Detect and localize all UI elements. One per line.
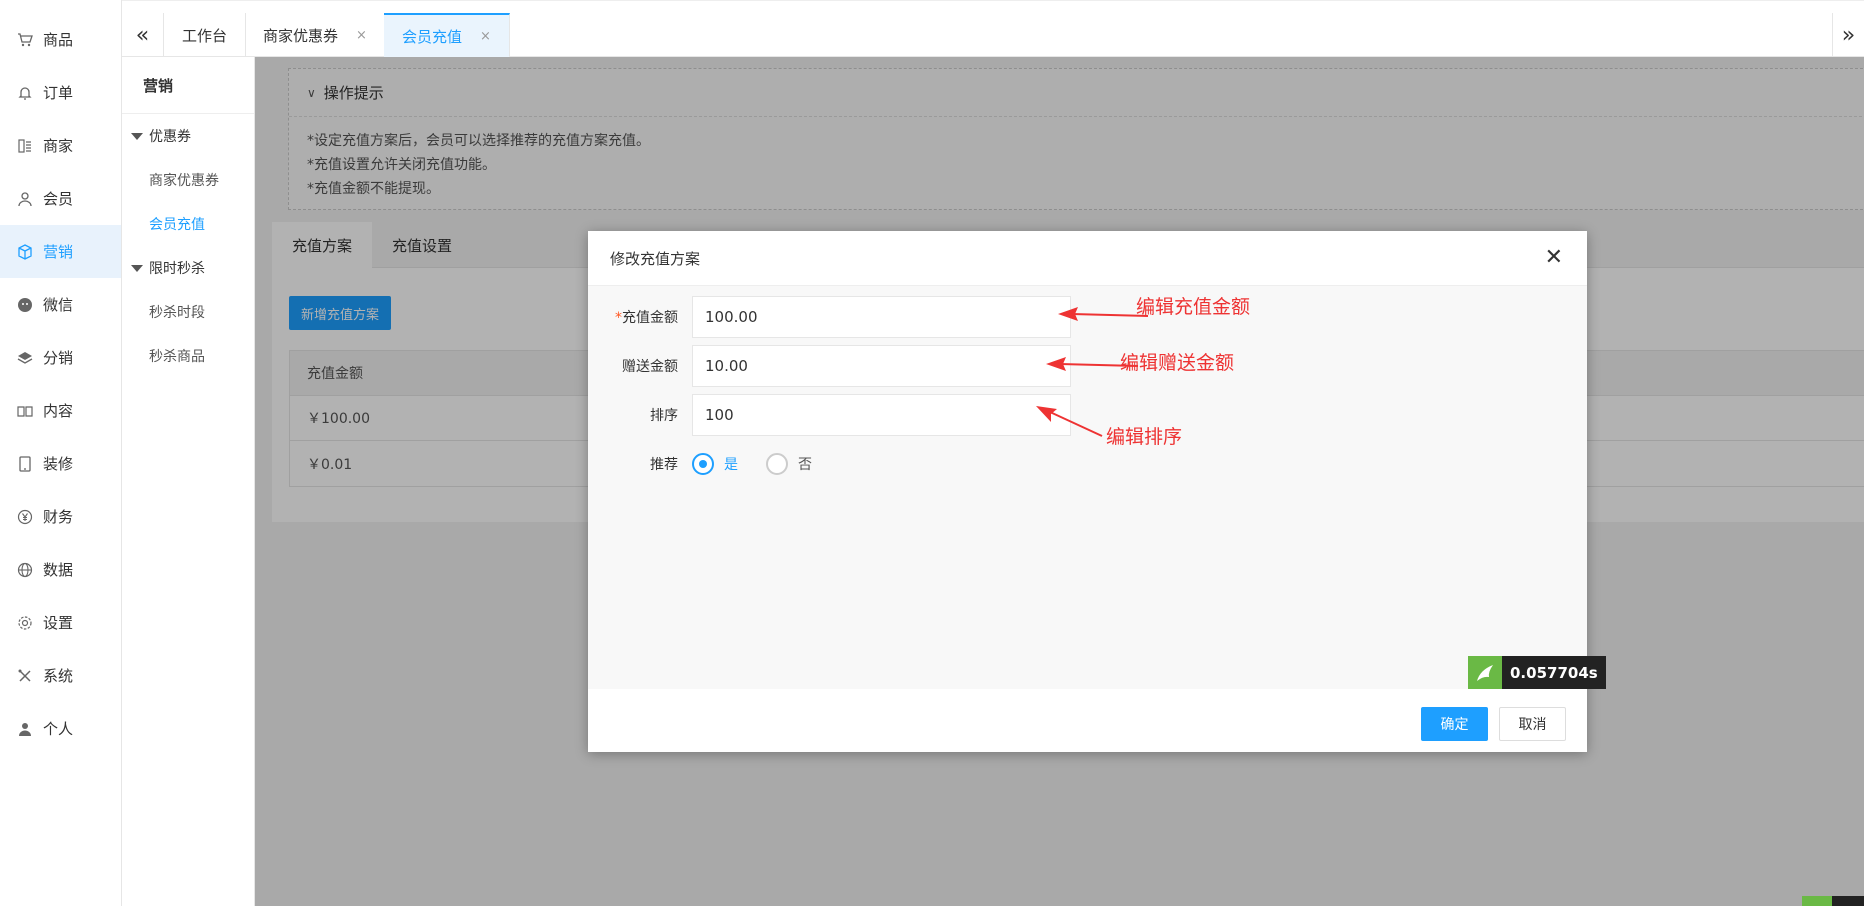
- bonus-label: 赠送金额: [622, 359, 678, 375]
- sub-nav-title: 营销: [122, 57, 254, 114]
- tab-member-recharge[interactable]: 会员充值 ×: [384, 13, 510, 57]
- recommend-no-radio[interactable]: 否: [766, 453, 812, 475]
- tablet-icon: [16, 455, 34, 473]
- sub-nav-group-coupon[interactable]: 优惠券: [122, 114, 254, 158]
- amount-input[interactable]: [692, 296, 1071, 338]
- book-icon: [16, 402, 34, 420]
- recommend-label: 推荐: [650, 457, 678, 473]
- tab-bar: « 工作台 商家优惠券 × 会员充值 × »: [122, 0, 1864, 57]
- nav-item-orders[interactable]: 订单: [0, 66, 121, 119]
- timer-text: 0.057704s: [1502, 656, 1606, 689]
- bonus-input[interactable]: [692, 345, 1071, 387]
- edit-recharge-plan-modal: 修改充值方案 ✕ *充值金额 赠送金额 排序 推荐 是 否 编辑充值金额: [588, 231, 1606, 752]
- yen-icon: [16, 508, 34, 526]
- sort-label: 排序: [650, 408, 678, 424]
- user-icon: [16, 190, 34, 208]
- nav-item-system[interactable]: 系统: [0, 649, 121, 702]
- main-nav-list: 商品 订单 商家 会员 营销 微信 分销 内容 装修 财务 数据 设置 系统 个…: [0, 0, 121, 755]
- collapse-left-button[interactable]: «: [122, 13, 164, 57]
- cancel-button[interactable]: 取消: [1499, 707, 1566, 741]
- recommend-row: 推荐 是 否: [588, 443, 840, 485]
- nav-item-personal[interactable]: 个人: [0, 702, 121, 755]
- sort-input[interactable]: [692, 394, 1071, 436]
- nav-item-settings[interactable]: 设置: [0, 596, 121, 649]
- main-nav: 商品 订单 商家 会员 营销 微信 分销 内容 装修 财务 数据 设置 系统 个…: [0, 0, 122, 906]
- person-icon: [16, 720, 34, 738]
- nav-item-data[interactable]: 数据: [0, 543, 121, 596]
- amount-label: *充值金额: [615, 310, 678, 326]
- amount-row: *充值金额: [588, 296, 1071, 338]
- globe-icon: [16, 561, 34, 579]
- radio-unchecked-icon: [766, 453, 788, 475]
- confirm-button[interactable]: 确定: [1421, 707, 1488, 741]
- bonus-row: 赠送金额: [588, 345, 1071, 387]
- nav-item-content[interactable]: 内容: [0, 384, 121, 437]
- nav-item-members[interactable]: 会员: [0, 172, 121, 225]
- cart-icon: [16, 31, 34, 49]
- wechat-icon: [16, 296, 34, 314]
- modal-body: *充值金额 赠送金额 排序 推荐 是 否 编辑充值金额 编辑赠送金额: [588, 286, 1606, 689]
- modal-header: 修改充值方案 ✕: [588, 231, 1587, 286]
- sub-nav-item-merchant-coupon[interactable]: 商家优惠券: [122, 158, 254, 202]
- sort-row: 排序: [588, 394, 1071, 436]
- annotation-amount: 编辑充值金额: [1136, 296, 1251, 318]
- double-chevron-left-icon: «: [135, 22, 150, 48]
- caret-down-icon: [131, 264, 143, 272]
- annotation-bonus: 编辑赠送金额: [1120, 352, 1235, 374]
- recommend-yes-radio[interactable]: 是: [692, 453, 738, 475]
- nav-item-decoration[interactable]: 装修: [0, 437, 121, 490]
- nav-item-finance[interactable]: 财务: [0, 490, 121, 543]
- sub-nav-group-flash-sale[interactable]: 限时秒杀: [122, 246, 254, 290]
- layers-icon: [16, 349, 34, 367]
- store-icon: [16, 137, 34, 155]
- close-icon[interactable]: ✕: [1545, 245, 1563, 270]
- annotation-sort: 编辑排序: [1106, 426, 1183, 448]
- sub-nav-item-flash-time[interactable]: 秒杀时段: [122, 290, 254, 334]
- sub-nav-item-member-recharge[interactable]: 会员充值: [122, 202, 254, 246]
- double-chevron-right-icon: »: [1841, 22, 1856, 48]
- timer-badge: 0.057704s: [1468, 656, 1606, 689]
- close-tab-icon[interactable]: ×: [356, 28, 367, 43]
- nav-item-merchants[interactable]: 商家: [0, 119, 121, 172]
- leaf-icon: [1468, 656, 1502, 689]
- required-mark: *: [615, 310, 622, 326]
- nav-item-marketing[interactable]: 营销: [0, 225, 121, 278]
- sub-nav: 营销 优惠券 商家优惠券 会员充值 限时秒杀 秒杀时段 秒杀商品: [122, 57, 255, 906]
- nav-item-goods[interactable]: 商品: [0, 13, 121, 66]
- nav-item-wechat[interactable]: 微信: [0, 278, 121, 331]
- tools-icon: [16, 667, 34, 685]
- scroll-right-button[interactable]: »: [1832, 13, 1864, 57]
- corner-badge: [1802, 896, 1864, 906]
- radio-checked-icon: [692, 453, 714, 475]
- bell-icon: [16, 84, 34, 102]
- annotation-arrow: [1036, 406, 1103, 437]
- caret-down-icon: [131, 132, 143, 140]
- gear-icon: [16, 614, 34, 632]
- cube-icon: [16, 243, 34, 261]
- sub-nav-item-flash-goods[interactable]: 秒杀商品: [122, 334, 254, 378]
- modal-title: 修改充值方案: [610, 249, 701, 268]
- close-tab-icon[interactable]: ×: [480, 29, 491, 44]
- tab-merchant-coupon[interactable]: 商家优惠券 ×: [245, 13, 386, 57]
- nav-item-distribution[interactable]: 分销: [0, 331, 121, 384]
- tab-workbench[interactable]: 工作台: [164, 13, 247, 57]
